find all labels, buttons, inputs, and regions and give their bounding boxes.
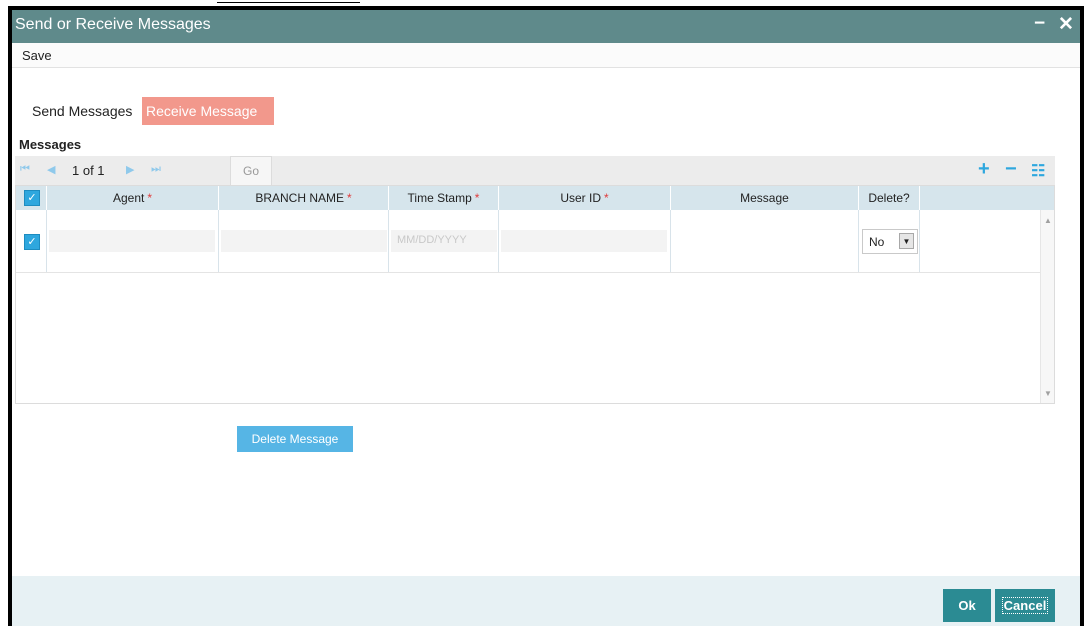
user-id-input[interactable] <box>501 230 667 252</box>
save-menu-item[interactable]: Save <box>22 48 52 63</box>
remove-row-icon[interactable]: − <box>1005 158 1017 181</box>
footer-bar: Ok Cancel <box>12 576 1080 626</box>
last-page-icon[interactable]: ⏭ <box>151 163 161 176</box>
close-icon[interactable]: ✕ <box>1058 13 1074 36</box>
table-row[interactable]: ✓ MM/DD/YYYY No ▼ <box>16 210 1040 273</box>
agent-input[interactable] <box>49 230 215 252</box>
tab-send-messages[interactable]: Send Messages <box>28 97 144 125</box>
next-page-icon[interactable]: ▶ <box>126 163 134 176</box>
go-button[interactable]: Go <box>230 156 272 186</box>
cancel-button-label: Cancel <box>1001 597 1049 614</box>
time-stamp-input[interactable]: MM/DD/YYYY <box>391 230 497 252</box>
column-label: Message <box>740 191 789 205</box>
required-marker: * <box>604 191 609 205</box>
delete-select-value: No <box>869 235 885 249</box>
column-label: BRANCH NAME <box>255 191 344 205</box>
column-header-time-stamp[interactable]: Time Stamp * <box>389 186 499 210</box>
row-checkbox[interactable]: ✓ <box>24 234 40 250</box>
row-select-cell: ✓ <box>16 210 47 272</box>
title-bar: Send or Receive Messages − ✕ <box>12 10 1080 43</box>
user-id-cell <box>499 210 671 272</box>
scroll-down-icon[interactable]: ▼ <box>1044 389 1052 398</box>
delete-message-button[interactable]: Delete Message <box>237 426 353 452</box>
time-stamp-cell: MM/DD/YYYY <box>389 210 499 272</box>
branch-name-input[interactable] <box>221 230 387 252</box>
column-label: User ID <box>560 191 601 205</box>
menu-bar: Save <box>12 43 1080 68</box>
required-marker: * <box>474 191 480 205</box>
branch-name-cell <box>219 210 389 272</box>
tab-receive-message[interactable]: Receive Message <box>142 97 274 125</box>
select-all-checkbox[interactable]: ✓ <box>24 190 40 206</box>
add-row-icon[interactable]: + <box>978 158 990 181</box>
column-label: Time Stamp <box>407 191 472 205</box>
top-decorative-rule <box>217 2 360 3</box>
required-marker: * <box>347 191 352 205</box>
column-header-delete[interactable]: Delete? <box>859 186 920 210</box>
section-title-messages: Messages <box>19 137 82 152</box>
window-title: Send or Receive Messages <box>15 16 211 33</box>
pager-text: 1 of 1 <box>72 163 105 178</box>
first-page-icon[interactable]: ⏮ <box>20 163 30 176</box>
column-header-branch-name[interactable]: BRANCH NAME * <box>219 186 389 210</box>
scroll-up-icon[interactable]: ▲ <box>1044 216 1052 225</box>
column-label: Delete? <box>868 191 910 205</box>
spacer-cell <box>920 210 1040 272</box>
column-list-icon[interactable]: ☷ <box>1031 161 1045 181</box>
minimize-icon[interactable]: − <box>1034 13 1045 35</box>
cancel-button[interactable]: Cancel <box>995 589 1055 622</box>
column-header-user-id[interactable]: User ID * <box>499 186 671 210</box>
messages-grid: ✓ Agent * BRANCH NAME * Time Stamp * User I… <box>15 185 1055 404</box>
grid-toolbar: ⏮ ◀ 1 of 1 ▶ ⏭ Go + − ☷ <box>15 156 1055 186</box>
dialog-window: Send or Receive Messages − ✕ Save Send M… <box>12 10 1080 626</box>
column-header-message[interactable]: Message <box>671 186 859 210</box>
table-header: ✓ Agent * BRANCH NAME * Time Stamp * User I… <box>16 186 1054 210</box>
ok-button[interactable]: Ok <box>943 589 991 622</box>
chevron-down-icon[interactable]: ▼ <box>899 233 914 249</box>
previous-page-icon[interactable]: ◀ <box>47 163 55 176</box>
agent-cell <box>47 210 219 272</box>
delete-select[interactable]: No ▼ <box>862 229 918 254</box>
column-header-agent[interactable]: Agent * <box>47 186 219 210</box>
message-cell[interactable] <box>671 210 859 272</box>
column-label: Agent <box>112 191 145 205</box>
time-stamp-placeholder: MM/DD/YYYY <box>397 234 467 246</box>
required-marker: * <box>147 191 153 205</box>
vertical-scrollbar[interactable]: ▲ ▼ <box>1040 210 1054 403</box>
header-select-cell: ✓ <box>16 186 47 210</box>
